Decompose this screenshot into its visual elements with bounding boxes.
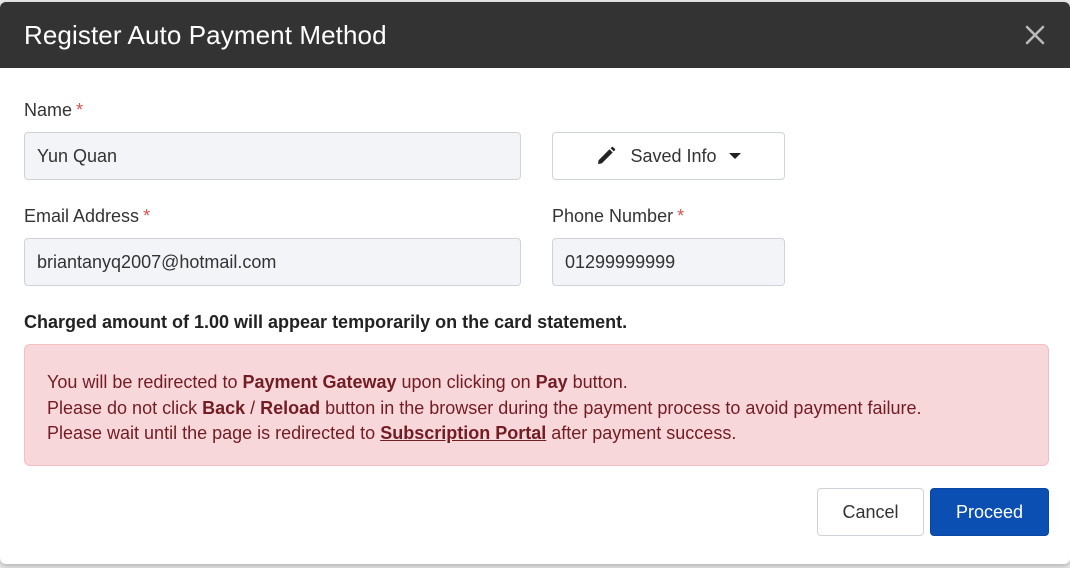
proceed-button[interactable]: Proceed [930, 488, 1049, 536]
caret-down-icon [728, 153, 741, 159]
alert-line-2: Please do not click Back / Reload button… [47, 397, 922, 418]
pencil-icon [598, 146, 616, 164]
back-text: Back [202, 397, 246, 418]
phone-input[interactable]: 01299999999 [552, 238, 785, 286]
saved-info-button[interactable]: Saved Info [552, 132, 785, 180]
required-mark: * [76, 100, 84, 120]
name-label: Name * [24, 100, 84, 120]
alert-line-3: Please wait until the page is redirected… [47, 423, 737, 443]
required-mark: * [677, 206, 685, 226]
payment-gateway-text: Payment Gateway [242, 372, 397, 392]
subscription-portal-link[interactable]: Subscription Portal [380, 423, 546, 443]
required-mark: * [143, 206, 151, 226]
name-input[interactable]: Yun Quan [24, 132, 521, 180]
alert-line-1: You will be redirected to Payment Gatewa… [47, 372, 628, 392]
pay-text: Pay [535, 372, 568, 392]
cancel-button[interactable]: Cancel [817, 488, 924, 536]
modal-title: Register Auto Payment Method [24, 19, 387, 50]
reload-text: Reload [260, 397, 321, 418]
saved-info-label: Saved Info [630, 145, 717, 166]
register-payment-modal: Register Auto Payment Method Name * Yun Q… [0, 2, 1070, 564]
close-icon[interactable] [1022, 22, 1048, 48]
phone-label: Phone Number * [552, 206, 685, 226]
charge-note: Charged amount of 1.00 will appear tempo… [24, 312, 628, 332]
redirect-alert: You will be redirected to Payment Gatewa… [24, 344, 1049, 466]
modal-header: Register Auto Payment Method [0, 2, 1070, 68]
email-input[interactable]: briantanyq2007@hotmail.com [24, 238, 521, 286]
email-label: Email Address * [24, 206, 151, 226]
